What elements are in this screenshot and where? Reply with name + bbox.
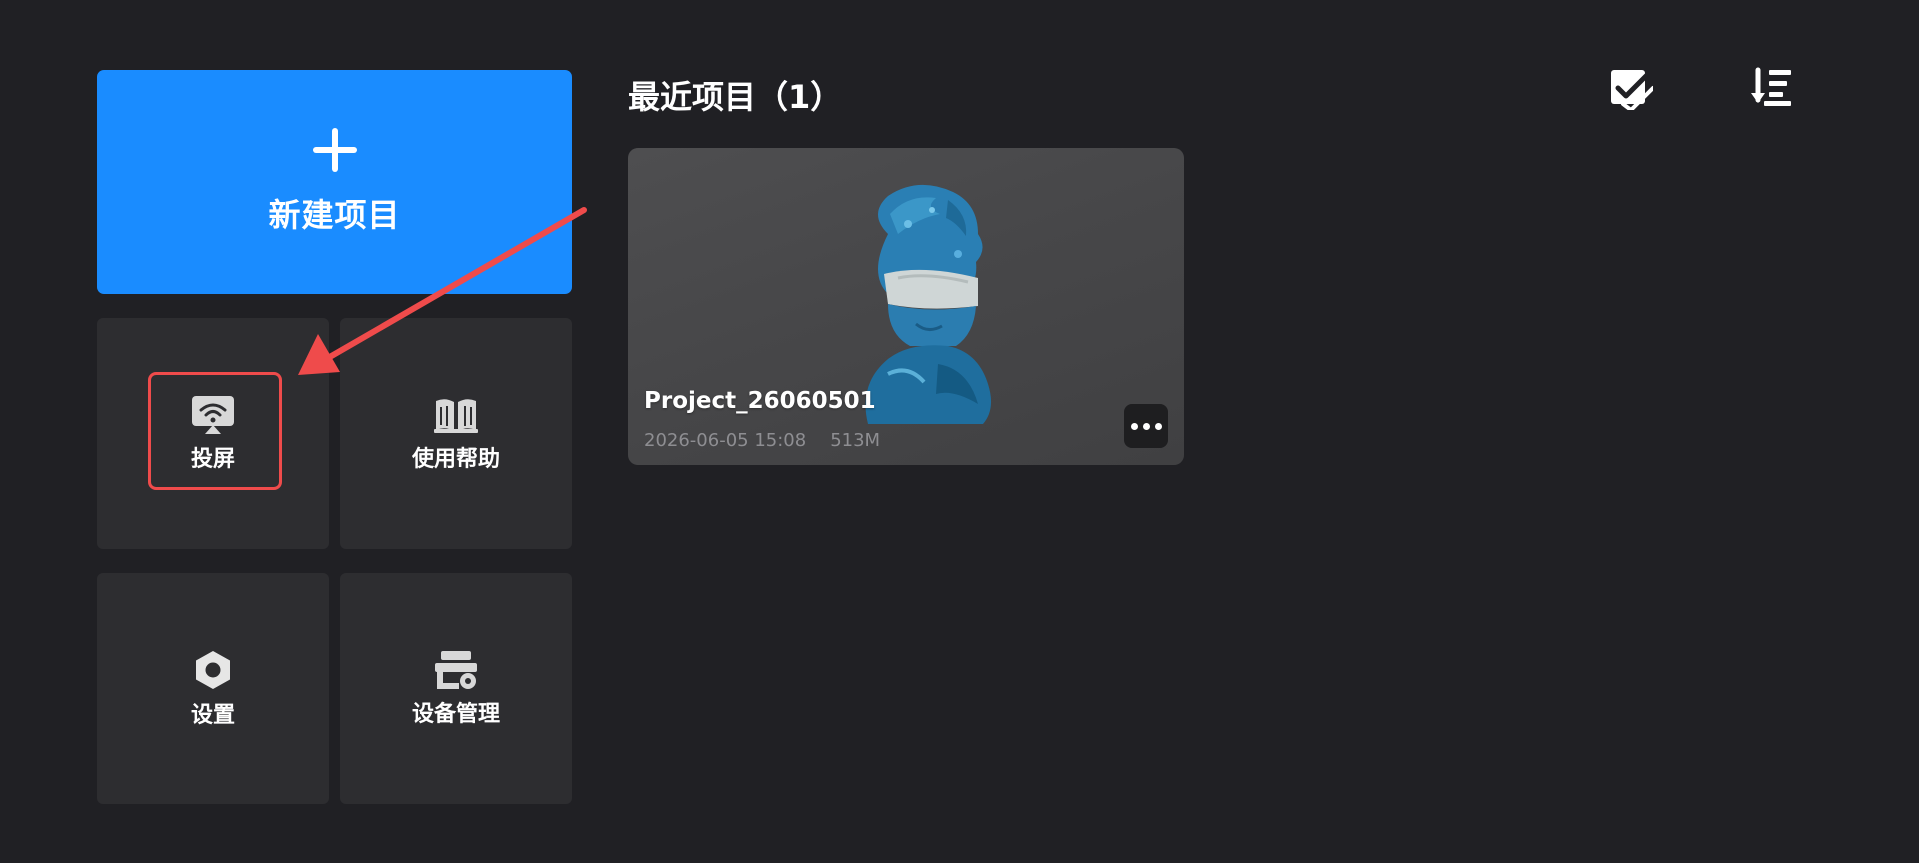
more-dot-icon [1130,422,1138,430]
help-button[interactable]: 使用帮助 [340,318,572,549]
new-project-label: 新建项目 [268,196,401,234]
project-card[interactable]: Project_26060501 2026-06-05 15:08 513M [628,148,1184,465]
screen-cast-label: 投屏 [190,446,235,472]
device-gear-icon [435,650,477,689]
multi-select-check-icon[interactable] [1609,66,1653,110]
project-name: Project_26060501 [644,388,876,414]
help-label: 使用帮助 [411,446,500,472]
more-dot-icon [1154,422,1162,430]
home-page: 新建项目 投屏 使用帮助 设置 设备管理 最近项目（1） Project_260… [0,0,1919,863]
project-size: 513M [830,430,881,451]
settings-label: 设置 [190,702,235,728]
more-dot-icon [1142,422,1150,430]
sort-list-icon[interactable] [1750,66,1794,110]
project-meta: 2026-06-05 15:08 513M [644,430,880,451]
device-management-label: 设备管理 [411,701,500,727]
recent-projects-title: 最近项目（1） [628,78,843,116]
device-management-button[interactable]: 设备管理 [340,573,572,804]
project-thumbnail-bust [865,184,992,424]
screen-cast-button[interactable]: 投屏 [97,318,329,549]
book-icon [434,398,478,433]
hex-nut-icon [196,650,230,689]
project-date: 2026-06-05 15:08 [644,430,807,451]
plus-icon [312,128,357,172]
settings-button[interactable]: 设置 [97,573,329,804]
screen-cast-icon [192,395,234,434]
new-project-button[interactable]: 新建项目 [97,70,572,294]
more-options-button[interactable] [1124,404,1168,448]
